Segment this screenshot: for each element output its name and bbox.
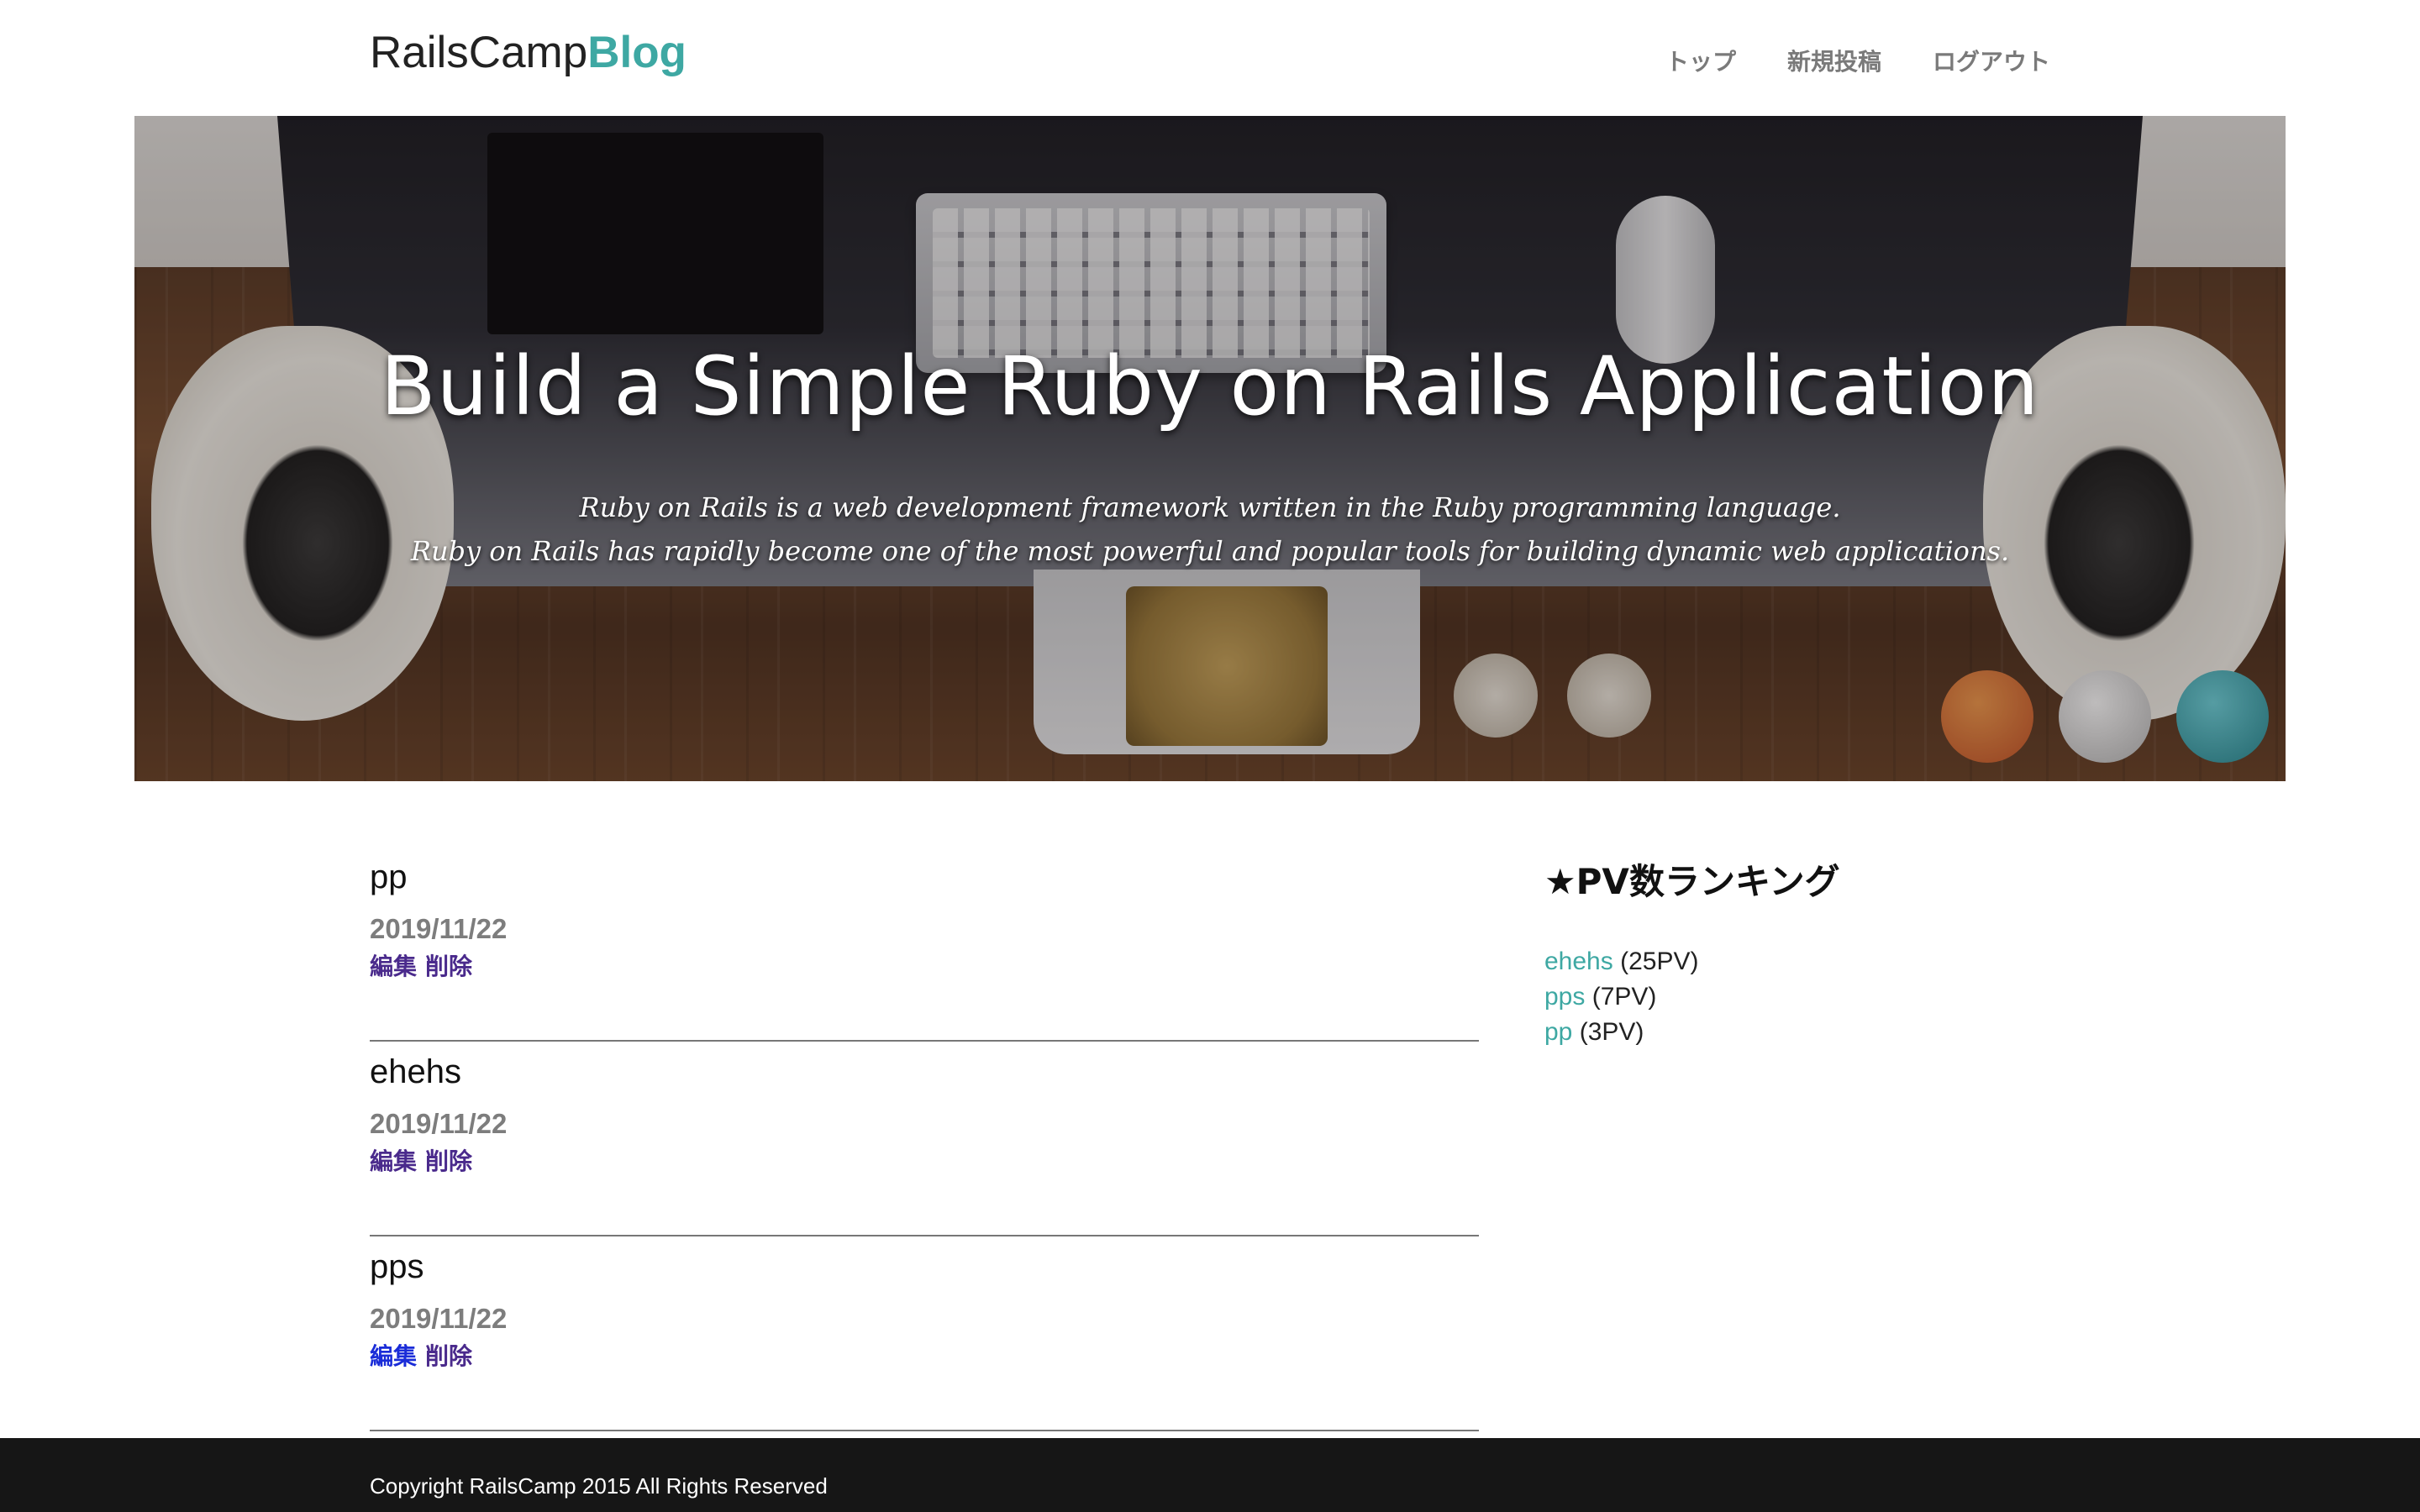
main-nav: トップ 新規投稿 ログアウト [1665,44,2050,81]
post-actions: 編集 削除 [370,1341,472,1373]
logo-text: RailsCamp [370,28,588,77]
ranking-item: pps (7PV) [1544,979,1981,1015]
edit-link[interactable]: 編集 [370,1341,417,1373]
post-title[interactable]: pp [370,857,408,897]
hero-banner: Build a Simple Ruby on Rails Application… [134,116,2286,781]
logo-accent-text: Blog [587,28,687,77]
ranking-pv-count: (25PV) [1620,948,1699,975]
ranking-item: ehehs (25PV) [1544,944,1981,979]
hero-dark-overlay [134,116,2286,781]
post-actions: 編集 削除 [370,951,472,983]
ranking-pv-count: (7PV) [1591,983,1657,1011]
nav-link-new-post[interactable]: 新規投稿 [1787,44,1881,81]
hero-subtitle: Ruby on Rails is a web development frame… [134,486,2286,573]
delete-link[interactable]: 削除 [425,1341,472,1373]
sidebar-title: ★PV数ランキング [1544,861,1840,902]
post-item: pp 2019/11/22 編集 削除 [370,847,1479,1042]
nav-link-logout[interactable]: ログアウト [1933,44,2050,81]
post-actions: 編集 削除 [370,1146,472,1178]
ranking-pv-count: (3PV) [1579,1018,1644,1046]
post-list: pp 2019/11/22 編集 削除 ehehs 2019/11/22 編集 … [370,847,1479,1431]
edit-link[interactable]: 編集 [370,1146,417,1178]
delete-link[interactable]: 削除 [425,951,472,983]
post-date: 2019/11/22 [370,1303,508,1334]
site-header: RailsCampBlog トップ 新規投稿 ログアウト [0,0,2420,116]
hero-title: Build a Simple Ruby on Rails Application [380,339,2040,433]
copyright-text: Copyright RailsCamp 2015 All Rights Rese… [370,1473,828,1499]
ranking-post-link[interactable]: ehehs [1544,948,1613,975]
ranking-post-link[interactable]: pp [1544,1018,1572,1046]
ranking-item: pp (3PV) [1544,1015,1981,1050]
nav-link-top[interactable]: トップ [1665,44,1736,81]
post-title[interactable]: ehehs [370,1052,461,1092]
hero-subtitle-line: Ruby on Rails has rapidly become one of … [410,535,2010,567]
post-date: 2019/11/22 [370,913,508,944]
delete-link[interactable]: 削除 [425,1146,472,1178]
pv-ranking-sidebar: ★PV数ランキング ehehs (25PV) pps (7PV) pp (3PV… [1544,857,1981,1050]
post-title[interactable]: pps [370,1247,424,1287]
ranking-list: ehehs (25PV) pps (7PV) pp (3PV) [1544,944,1981,1050]
site-logo[interactable]: RailsCampBlog [370,24,687,82]
edit-link[interactable]: 編集 [370,951,417,983]
site-footer: Copyright RailsCamp 2015 All Rights Rese… [0,1438,2420,1512]
hero-subtitle-line: Ruby on Rails is a web development frame… [579,491,1841,523]
post-date: 2019/11/22 [370,1108,508,1139]
ranking-post-link[interactable]: pps [1544,983,1585,1011]
post-item: ehehs 2019/11/22 編集 削除 [370,1042,1479,1236]
post-item: pps 2019/11/22 編集 削除 [370,1236,1479,1431]
